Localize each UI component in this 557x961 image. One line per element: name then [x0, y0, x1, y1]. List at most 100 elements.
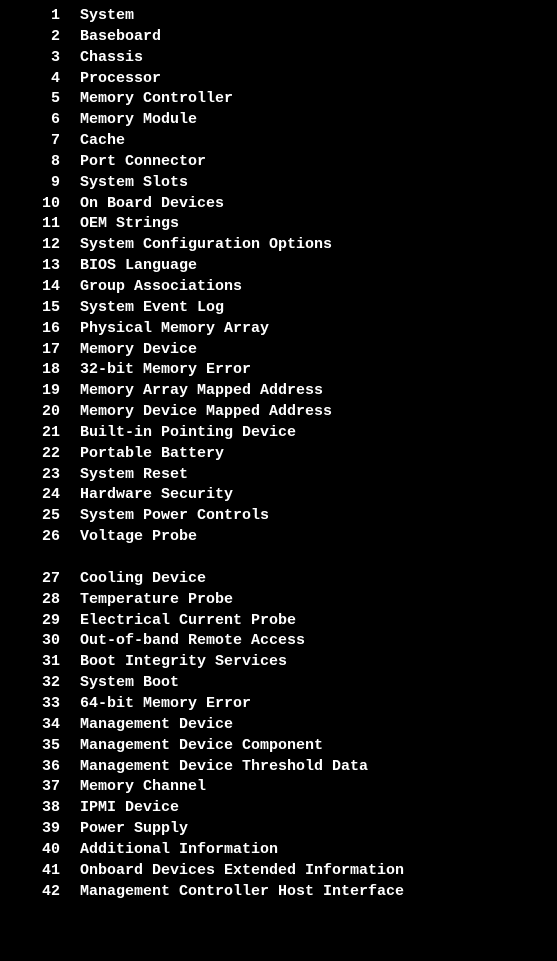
output-line: 19Memory Array Mapped Address — [0, 381, 557, 402]
line-text: Built-in Pointing Device — [60, 423, 296, 444]
line-text: Port Connector — [60, 152, 206, 173]
line-text: 32-bit Memory Error — [60, 360, 251, 381]
line-number: 16 — [0, 319, 60, 340]
line-number: 14 — [0, 277, 60, 298]
line-number: 19 — [0, 381, 60, 402]
output-line: 41Onboard Devices Extended Information — [0, 861, 557, 882]
line-number: 28 — [0, 590, 60, 611]
output-line: 27Cooling Device — [0, 569, 557, 590]
line-number: 36 — [0, 757, 60, 778]
line-number: 4 — [0, 69, 60, 90]
line-text: Management Device Threshold Data — [60, 757, 368, 778]
line-text: Memory Array Mapped Address — [60, 381, 323, 402]
terminal-output: 1System2Baseboard3Chassis4Processor5Memo… — [0, 6, 557, 902]
line-text: Management Device Component — [60, 736, 323, 757]
output-line: 5Memory Controller — [0, 89, 557, 110]
line-number: 26 — [0, 527, 60, 548]
output-line: 1832-bit Memory Error — [0, 360, 557, 381]
output-line: 8Port Connector — [0, 152, 557, 173]
line-number: 10 — [0, 194, 60, 215]
line-text: System Slots — [60, 173, 188, 194]
line-number: 9 — [0, 173, 60, 194]
output-line: 37Memory Channel — [0, 777, 557, 798]
line-text: Cache — [60, 131, 125, 152]
line-text: OEM Strings — [60, 214, 179, 235]
output-line: 3Chassis — [0, 48, 557, 69]
line-number: 40 — [0, 840, 60, 861]
line-number: 3 — [0, 48, 60, 69]
line-text: System Reset — [60, 465, 188, 486]
line-number: 35 — [0, 736, 60, 757]
line-number: 41 — [0, 861, 60, 882]
line-text: Boot Integrity Services — [60, 652, 287, 673]
line-number: 15 — [0, 298, 60, 319]
line-number: 31 — [0, 652, 60, 673]
line-text: Portable Battery — [60, 444, 224, 465]
blank-line — [0, 548, 557, 569]
line-text: Power Supply — [60, 819, 188, 840]
output-line: 23System Reset — [0, 465, 557, 486]
output-line: 28Temperature Probe — [0, 590, 557, 611]
output-line: 3364-bit Memory Error — [0, 694, 557, 715]
line-text: On Board Devices — [60, 194, 224, 215]
line-text: Memory Controller — [60, 89, 233, 110]
line-text: Additional Information — [60, 840, 278, 861]
output-line: 30Out-of-band Remote Access — [0, 631, 557, 652]
line-number: 6 — [0, 110, 60, 131]
output-line: 24Hardware Security — [0, 485, 557, 506]
line-text: Voltage Probe — [60, 527, 197, 548]
line-text: BIOS Language — [60, 256, 197, 277]
line-number: 20 — [0, 402, 60, 423]
output-line: 36Management Device Threshold Data — [0, 757, 557, 778]
line-text: 64-bit Memory Error — [60, 694, 251, 715]
line-text: Onboard Devices Extended Information — [60, 861, 404, 882]
output-line: 35Management Device Component — [0, 736, 557, 757]
line-text: Management Controller Host Interface — [60, 882, 404, 903]
output-line: 12System Configuration Options — [0, 235, 557, 256]
line-text: Cooling Device — [60, 569, 206, 590]
line-number: 5 — [0, 89, 60, 110]
line-number: 34 — [0, 715, 60, 736]
output-line: 42Management Controller Host Interface — [0, 882, 557, 903]
output-line: 21Built-in Pointing Device — [0, 423, 557, 444]
output-line: 1System — [0, 6, 557, 27]
output-line: 17Memory Device — [0, 340, 557, 361]
line-text: Management Device — [60, 715, 233, 736]
output-line: 4Processor — [0, 69, 557, 90]
line-text: System Event Log — [60, 298, 224, 319]
output-line: 25System Power Controls — [0, 506, 557, 527]
line-number: 29 — [0, 611, 60, 632]
output-line: 6Memory Module — [0, 110, 557, 131]
output-line: 10On Board Devices — [0, 194, 557, 215]
line-text: System — [60, 6, 134, 27]
output-line: 29Electrical Current Probe — [0, 611, 557, 632]
line-number: 7 — [0, 131, 60, 152]
line-number: 37 — [0, 777, 60, 798]
line-number: 11 — [0, 214, 60, 235]
line-text: Memory Module — [60, 110, 197, 131]
line-text: Hardware Security — [60, 485, 233, 506]
line-text: System Boot — [60, 673, 179, 694]
line-text: Chassis — [60, 48, 143, 69]
line-number: 1 — [0, 6, 60, 27]
line-number: 17 — [0, 340, 60, 361]
line-number: 12 — [0, 235, 60, 256]
line-number: 33 — [0, 694, 60, 715]
line-text: System Power Controls — [60, 506, 269, 527]
output-line: 31Boot Integrity Services — [0, 652, 557, 673]
line-number: 30 — [0, 631, 60, 652]
output-line: 26Voltage Probe — [0, 527, 557, 548]
output-line: 22Portable Battery — [0, 444, 557, 465]
line-text: Group Associations — [60, 277, 242, 298]
line-text: Electrical Current Probe — [60, 611, 296, 632]
output-line: 39Power Supply — [0, 819, 557, 840]
line-number: 25 — [0, 506, 60, 527]
line-number: 24 — [0, 485, 60, 506]
line-text: Memory Device Mapped Address — [60, 402, 332, 423]
line-number: 22 — [0, 444, 60, 465]
output-line: 16Physical Memory Array — [0, 319, 557, 340]
line-number: 39 — [0, 819, 60, 840]
output-line: 40Additional Information — [0, 840, 557, 861]
line-text: Baseboard — [60, 27, 161, 48]
line-text: Processor — [60, 69, 161, 90]
